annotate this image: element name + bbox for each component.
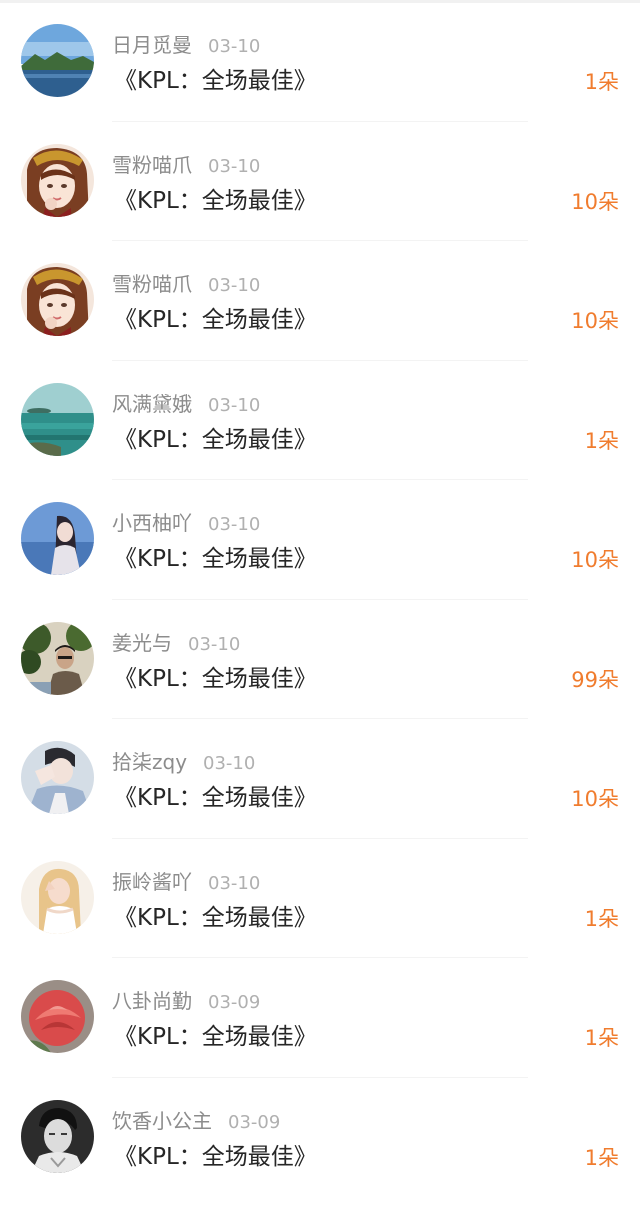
avatar[interactable] bbox=[21, 1099, 94, 1173]
gift-count: 10朵 bbox=[571, 548, 619, 572]
gift-row[interactable]: 姜光与 03-10 《KPL：全场最佳》 99朵 bbox=[0, 600, 640, 719]
send-date: 03-10 bbox=[208, 394, 261, 416]
sender-name[interactable]: 振岭酱吖 bbox=[112, 870, 192, 894]
gift-count: 10朵 bbox=[571, 309, 619, 333]
sender-name[interactable]: 日月觅曼 bbox=[112, 33, 192, 57]
gift-title: 《KPL：全场最佳》 bbox=[114, 187, 317, 214]
gift-count: 1朵 bbox=[584, 1026, 619, 1050]
gift-row[interactable]: 饮香小公主 03-09 《KPL：全场最佳》 1朵 bbox=[0, 1078, 640, 1198]
avatar[interactable] bbox=[21, 621, 94, 695]
girl-by-sea-icon bbox=[21, 502, 94, 575]
sender-name[interactable]: 八卦尚勤 bbox=[112, 989, 192, 1013]
gift-row[interactable]: 八卦尚勤 03-09 《KPL：全场最佳》 1朵 bbox=[0, 958, 640, 1078]
sender-name[interactable]: 拾柒zqy bbox=[112, 750, 187, 774]
avatar[interactable] bbox=[21, 263, 94, 336]
gift-title: 《KPL：全场最佳》 bbox=[114, 904, 317, 931]
gift-title: 《KPL：全场最佳》 bbox=[114, 68, 317, 94]
send-date: 03-10 bbox=[208, 155, 261, 177]
send-date: 03-10 bbox=[208, 872, 261, 894]
gift-row[interactable]: 风满黛娥 03-10 《KPL：全场最佳》 1朵 bbox=[0, 361, 640, 480]
gift-count: 1朵 bbox=[584, 1145, 619, 1170]
send-date: 03-09 bbox=[208, 992, 261, 1013]
sender-name[interactable]: 姜光与 bbox=[112, 631, 172, 655]
landscape-lake-icon bbox=[21, 24, 94, 97]
gift-row[interactable]: 拾柒zqy 03-10 《KPL：全场最佳》 10朵 bbox=[0, 719, 640, 839]
anime-girl-icon bbox=[21, 263, 94, 336]
gift-list: 日月觅曼03-10 《KPL：全场最佳》 1朵 雪粉喵爪03-10 《KPL bbox=[0, 2, 640, 1197]
sender-name[interactable]: 风满黛娥 bbox=[112, 392, 192, 416]
gift-title: 《KPL：全场最佳》 bbox=[114, 1143, 317, 1170]
avatar[interactable] bbox=[21, 143, 94, 217]
gift-title: 《KPL：全场最佳》 bbox=[114, 1024, 317, 1050]
gift-count: 10朵 bbox=[571, 787, 619, 811]
gift-row[interactable]: 小西柚吖 03-10 《KPL：全场最佳》 10朵 bbox=[0, 480, 640, 600]
gift-row[interactable]: 日月觅曼 03-10 《KPL：全场最佳》 1朵 bbox=[0, 2, 640, 122]
sea-island-icon bbox=[21, 382, 94, 456]
red-rose-icon bbox=[21, 980, 94, 1053]
avatar[interactable] bbox=[21, 502, 94, 575]
gift-title: 《KPL：全场最佳》 bbox=[114, 307, 317, 333]
sender-name[interactable]: 小西柚吖 bbox=[112, 511, 192, 535]
man-with-trees-icon bbox=[21, 621, 94, 695]
gift-count: 1朵 bbox=[584, 428, 619, 453]
sender-name[interactable]: 雪粉喵爪 bbox=[112, 272, 192, 296]
gift-count: 1朵 bbox=[584, 906, 619, 931]
avatar[interactable] bbox=[21, 741, 94, 814]
gift-title: 《KPL：全场最佳》 bbox=[114, 546, 317, 572]
sender-name[interactable]: 雪粉喵爪 bbox=[112, 153, 192, 177]
gift-row[interactable]: 振岭酱吖 03-10 《KPL：全场最佳》 1朵 bbox=[0, 839, 640, 958]
gift-title: 《KPL：全场最佳》 bbox=[114, 665, 317, 692]
anime-girl-icon bbox=[21, 143, 94, 217]
avatar[interactable] bbox=[21, 24, 94, 97]
gift-row[interactable]: 雪粉喵爪 03-10 《KPL：全场最佳》 10朵 bbox=[0, 122, 640, 241]
blonde-girl-icon bbox=[21, 860, 94, 934]
send-date: 03-10 bbox=[208, 275, 261, 296]
send-date: 03-10 bbox=[208, 514, 261, 535]
sender-name[interactable]: 饮香小公主 bbox=[112, 1109, 212, 1133]
gift-row[interactable]: 雪粉喵爪 03-10 《KPL：全场最佳》 10朵 bbox=[0, 241, 640, 361]
send-date: 03-10 bbox=[203, 753, 256, 774]
send-date: 03-10 bbox=[188, 633, 241, 655]
gift-title: 《KPL：全场最佳》 bbox=[114, 426, 317, 453]
man-portrait-bw-icon bbox=[21, 1099, 94, 1173]
avatar[interactable] bbox=[21, 980, 94, 1053]
gift-count: 10朵 bbox=[571, 189, 619, 214]
gift-count: 1朵 bbox=[584, 70, 619, 94]
gift-count: 99朵 bbox=[571, 667, 619, 692]
avatar[interactable] bbox=[21, 860, 94, 934]
avatar[interactable] bbox=[21, 382, 94, 456]
gift-title: 《KPL：全场最佳》 bbox=[114, 785, 317, 811]
send-date: 03-09 bbox=[228, 1111, 281, 1133]
boy-hand-face-icon bbox=[21, 741, 94, 814]
send-date: 03-10 bbox=[208, 36, 261, 57]
